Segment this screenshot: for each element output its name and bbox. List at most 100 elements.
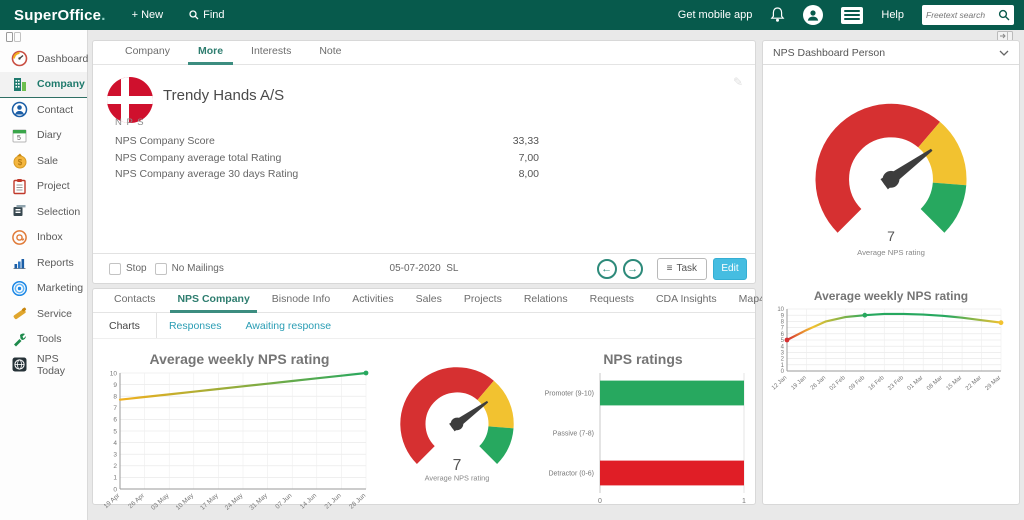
sidebar-item-contact[interactable]: Contact (0, 97, 87, 123)
svg-text:3: 3 (113, 451, 117, 458)
subtab-charts[interactable]: Charts (93, 313, 157, 338)
panel-selector[interactable]: NPS Dashboard Person (763, 41, 1019, 65)
field-row: NPS Company average 30 days Rating 8,00 (115, 166, 539, 183)
edit-button[interactable]: Edit (713, 258, 747, 280)
field-label: NPS Company average 30 days Rating (115, 168, 298, 180)
sidebar-item-company[interactable]: Company (0, 72, 87, 98)
svg-text:4: 4 (781, 344, 785, 350)
no-mailings-checkbox[interactable] (155, 263, 167, 275)
subtab-awaiting-response[interactable]: Awaiting response (233, 320, 343, 332)
field-value: 8,00 (519, 168, 539, 180)
svg-text:22 Mar: 22 Mar (965, 375, 983, 392)
help-link[interactable]: Help (881, 9, 904, 21)
svg-text:16 Feb: 16 Feb (868, 375, 886, 392)
tab-relations[interactable]: Relations (513, 293, 579, 312)
line-chart-svg: 01234567891019 Apr26 Apr03 May10 May17 M… (104, 367, 376, 520)
marketing-icon (10, 279, 28, 297)
tab-cda-insights[interactable]: CDA Insights (645, 293, 728, 312)
tab-activities[interactable]: Activities (341, 293, 404, 312)
tab-sales[interactable]: Sales (405, 293, 453, 312)
edit-section-icon[interactable]: ✎ (733, 75, 743, 89)
tab-note[interactable]: Note (305, 45, 355, 64)
person-gauge-chart: 7Average NPS rating (763, 101, 1019, 259)
svg-text:10: 10 (109, 370, 117, 377)
sidebar-item-reports[interactable]: Reports (0, 250, 87, 276)
selection-icon (10, 203, 28, 221)
sidebar-item-project[interactable]: Project (0, 174, 87, 200)
superoffice-logo[interactable]: SuperOffice. (14, 7, 106, 24)
sidebar-item-service[interactable]: Service (0, 301, 87, 327)
field-label: NPS Company Score (115, 135, 215, 147)
svg-text:1: 1 (781, 363, 785, 369)
diary-icon: 5 (10, 126, 28, 144)
task-button[interactable]: ≡Task (657, 258, 707, 280)
svg-text:7: 7 (781, 326, 785, 332)
line-chart-svg: 01234567891012 Jan19 Jan26 Jan02 Feb09 F… (771, 303, 1011, 399)
svg-text:7: 7 (453, 457, 462, 474)
next-record-button[interactable]: → (623, 259, 643, 279)
subtab-responses[interactable]: Responses (157, 320, 234, 332)
svg-text:3: 3 (781, 351, 785, 357)
sidebar-item-inbox[interactable]: Inbox (0, 225, 87, 251)
sidebar-item-selection[interactable]: Selection (0, 199, 87, 225)
svg-text:28 Jun: 28 Jun (348, 492, 367, 511)
svg-text:Promoter (9-10): Promoter (9-10) (545, 390, 594, 397)
search-icon[interactable] (998, 9, 1010, 21)
nps-fields: NPS Company Score 33,33 NPS Company aver… (115, 133, 539, 183)
svg-text:01 Mar: 01 Mar (907, 375, 925, 392)
weekly-nps-line-chart: Average weekly NPS rating 01234567891019… (97, 347, 382, 520)
find-button[interactable]: Find (189, 9, 224, 21)
tab-requests[interactable]: Requests (579, 293, 645, 312)
svg-text:19 Jan: 19 Jan (790, 375, 807, 392)
detail-card: Contacts NPS Company Bisnode Info Activi… (92, 288, 756, 505)
tab-bisnode-info[interactable]: Bisnode Info (261, 293, 341, 312)
company-card: Company More Interests Note Trendy Hands… (92, 40, 756, 284)
tab-contacts[interactable]: Contacts (103, 293, 166, 312)
svg-text:5: 5 (113, 428, 117, 435)
new-button[interactable]: + New (132, 9, 164, 21)
freetext-search-input[interactable] (926, 10, 998, 20)
sidebar-item-sale[interactable]: $ Sale (0, 148, 87, 174)
previous-record-button[interactable]: ← (597, 259, 617, 279)
svg-text:6: 6 (113, 417, 117, 424)
sidebar-item-marketing[interactable]: Marketing (0, 276, 87, 302)
top-bar: SuperOffice. + New Find Get mobile app H… (0, 0, 1024, 30)
svg-text:7: 7 (887, 228, 895, 244)
contact-icon (10, 101, 28, 119)
nps-section-header: N P S (115, 117, 145, 128)
tab-projects[interactable]: Projects (453, 293, 513, 312)
svg-text:Passive (7-8): Passive (7-8) (553, 430, 594, 437)
company-footer-toolbar: Stop No Mailings 05-07-2020 SL ← → ≡Task… (93, 253, 755, 283)
svg-text:19 Apr: 19 Apr (104, 492, 122, 510)
get-mobile-app-link[interactable]: Get mobile app (678, 9, 753, 21)
stop-checkbox[interactable] (109, 263, 121, 275)
tab-more[interactable]: More (184, 45, 237, 64)
company-tabs: Company More Interests Note (93, 41, 755, 65)
field-value: 7,00 (519, 152, 539, 164)
company-icon (10, 75, 28, 93)
apps-menu-icon[interactable] (841, 7, 863, 24)
sidebar-item-diary[interactable]: 5 Diary (0, 123, 87, 149)
svg-text:02 Feb: 02 Feb (829, 375, 847, 392)
svg-text:9: 9 (781, 313, 785, 319)
user-avatar-icon[interactable] (803, 5, 823, 25)
gauge-chart-svg: 7Average NPS rating (394, 365, 520, 487)
tab-interests[interactable]: Interests (237, 45, 305, 64)
tab-nps-company[interactable]: NPS Company (166, 293, 260, 312)
sidebar-item-dashboard[interactable]: Dashboard (0, 46, 87, 72)
search-icon (189, 10, 199, 20)
project-icon (10, 177, 28, 195)
sidebar-item-tools[interactable]: Tools (0, 327, 87, 353)
notifications-bell-icon[interactable] (770, 7, 785, 23)
svg-text:8: 8 (781, 320, 785, 326)
sidebar-collapse-icon[interactable] (6, 32, 22, 42)
sidebar-item-nps-today[interactable]: NPS Today (0, 352, 87, 378)
svg-text:29 Mar: 29 Mar (984, 375, 1002, 392)
svg-text:8: 8 (113, 393, 117, 400)
freetext-search[interactable] (922, 5, 1014, 25)
nps-today-globe-icon (10, 356, 28, 374)
sale-icon: $ (10, 152, 28, 170)
nps-dashboard-panel: NPS Dashboard Person 7Average NPS rating… (762, 40, 1020, 505)
tab-company[interactable]: Company (111, 45, 184, 64)
svg-text:07 Jun: 07 Jun (274, 492, 293, 511)
